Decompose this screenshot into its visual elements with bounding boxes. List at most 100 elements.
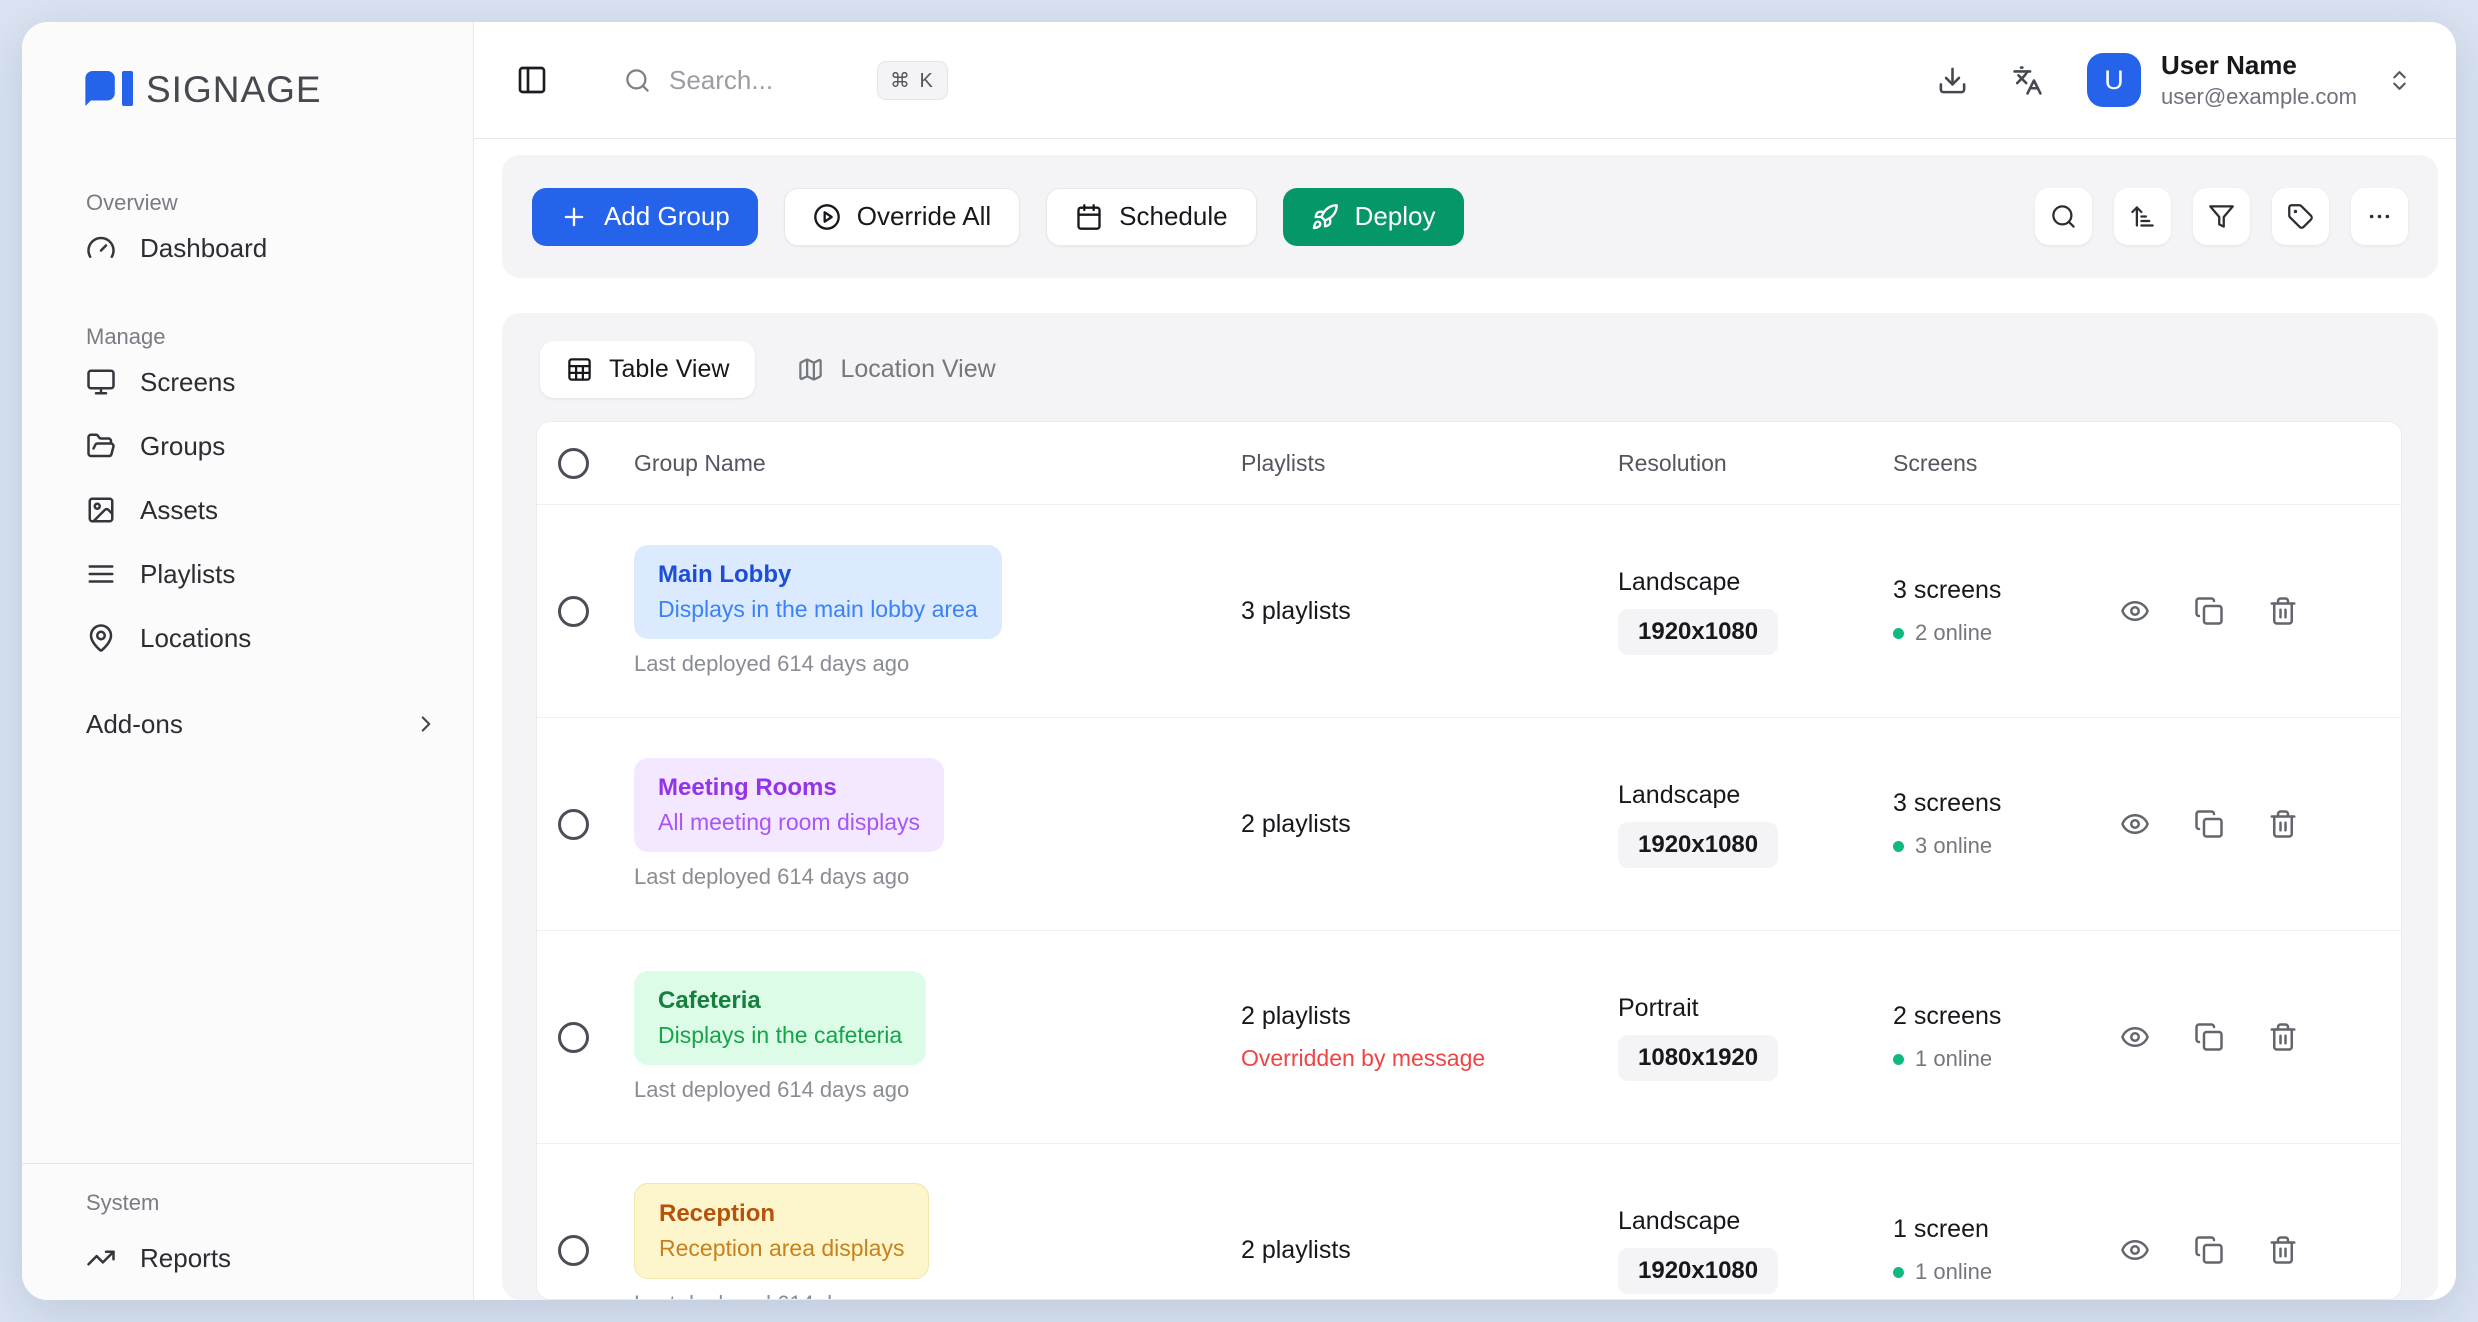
sidebar-item-label: Playlists [140,559,235,590]
duplicate-button[interactable] [2187,1228,2231,1272]
duplicate-button[interactable] [2187,802,2231,846]
online-dot [1893,841,1904,852]
delete-button[interactable] [2261,1015,2305,1059]
add-group-label: Add Group [604,201,730,232]
download-button[interactable] [1937,65,1968,96]
sidebar-item-assets[interactable]: Assets [22,478,473,542]
schedule-button[interactable]: Schedule [1046,188,1256,246]
view-button[interactable] [2113,802,2157,846]
table-header-row: Group Name Playlists Resolution Screens [537,422,2401,504]
screens-count: 3 screens [1893,789,2113,818]
delete-button[interactable] [2261,1228,2305,1272]
duplicate-button[interactable] [2187,1015,2231,1059]
group-badge[interactable]: Meeting Rooms All meeting room displays [634,758,944,852]
group-description: All meeting room displays [658,809,920,836]
groups-table: Group Name Playlists Resolution Screens … [536,421,2402,1300]
row-actions [2113,589,2401,633]
eye-icon [2120,1022,2150,1052]
more-button[interactable] [2351,188,2408,245]
sidebar-item-playlists[interactable]: Playlists [22,542,473,606]
group-description: Reception area displays [659,1235,904,1262]
trending-up-icon [86,1243,116,1273]
sidebar: SIGNAGE Overview Dashboard Manage Screen… [22,22,474,1300]
delete-button[interactable] [2261,589,2305,633]
search-icon [2050,203,2077,230]
column-screens: Screens [1893,450,2113,477]
sidebar-item-dashboard[interactable]: Dashboard [22,216,473,280]
view-tabs: Table View Location View [536,341,2402,398]
brand-logo: SIGNAGE [22,22,473,110]
group-description: Displays in the main lobby area [658,596,978,623]
sidebar-section-overview: Overview [86,190,473,216]
languages-icon [2012,65,2043,96]
add-group-button[interactable]: Add Group [532,188,758,246]
sidebar-item-reports[interactable]: Reports [22,1226,473,1290]
search-input[interactable] [669,65,859,96]
delete-button[interactable] [2261,802,2305,846]
header-right: U User Name user@example.com [1937,50,2412,110]
resolution-badge: 1920x1080 [1618,1248,1778,1294]
list-icon [86,559,116,589]
override-all-button[interactable]: Override All [784,188,1020,246]
sidebar-item-label: Groups [140,431,225,462]
table-search-button[interactable] [2035,188,2092,245]
sidebar-item-label: Dashboard [140,233,267,264]
user-info: User Name user@example.com [2161,50,2357,110]
sidebar-item-screens[interactable]: Screens [22,350,473,414]
top-header: ⌘ K U User Name user@example.com [474,22,2456,139]
chevron-right-icon [413,711,439,737]
user-email: user@example.com [2161,84,2357,110]
tab-table-view[interactable]: Table View [540,341,755,398]
column-resolution: Resolution [1618,450,1893,477]
row-checkbox[interactable] [558,596,589,627]
sidebar-item-locations[interactable]: Locations [22,606,473,670]
schedule-label: Schedule [1119,201,1227,232]
language-button[interactable] [2012,65,2043,96]
tag-icon [2287,203,2314,230]
sort-button[interactable] [2114,188,2171,245]
duplicate-button[interactable] [2187,589,2231,633]
deploy-button[interactable]: Deploy [1283,188,1464,246]
screens-count: 1 screen [1893,1215,2113,1244]
main-area: ⌘ K U User Name user@example.com [474,22,2456,1300]
view-button[interactable] [2113,1228,2157,1272]
toolbar-icon-buttons [2035,188,2408,245]
playlists-count: 2 playlists [1241,1236,1618,1265]
row-checkbox[interactable] [558,1022,589,1053]
gauge-icon [86,233,116,263]
view-button[interactable] [2113,1015,2157,1059]
table-icon [566,356,593,383]
row-checkbox[interactable] [558,809,589,840]
app-window: SIGNAGE Overview Dashboard Manage Screen… [22,22,2456,1300]
folder-open-icon [86,431,116,461]
filter-icon [2208,203,2235,230]
screens-count: 3 screens [1893,576,2113,605]
select-all-checkbox[interactable] [558,448,589,479]
last-deployed: Last deployed 614 days ago [634,1077,1241,1103]
row-checkbox[interactable] [558,1235,589,1266]
brand-name: SIGNAGE [146,69,322,111]
filter-button[interactable] [2193,188,2250,245]
eye-icon [2120,1235,2150,1265]
tag-button[interactable] [2272,188,2329,245]
tab-location-view[interactable]: Location View [797,355,995,384]
tab-label: Location View [840,355,995,384]
trash-icon [2268,809,2298,839]
online-count: 2 online [1915,620,1992,646]
playlists-count: 3 playlists [1241,597,1618,626]
sidebar-item-addons[interactable]: Add-ons [22,692,473,756]
group-name: Reception [659,1200,904,1228]
sidebar-bottom-section: System Reports [22,1163,473,1300]
group-name: Main Lobby [658,561,978,589]
sidebar-item-label: Locations [140,623,251,654]
group-badge[interactable]: Main Lobby Displays in the main lobby ar… [634,545,1002,639]
group-badge[interactable]: Reception Reception area displays [634,1183,929,1279]
group-badge[interactable]: Cafeteria Displays in the cafeteria [634,971,926,1065]
group-description: Displays in the cafeteria [658,1022,902,1049]
user-menu[interactable]: U User Name user@example.com [2087,50,2412,110]
sidebar-toggle-button[interactable] [516,64,548,96]
orientation: Portrait [1618,994,1893,1023]
plus-icon [560,203,588,231]
view-button[interactable] [2113,589,2157,633]
sidebar-item-groups[interactable]: Groups [22,414,473,478]
